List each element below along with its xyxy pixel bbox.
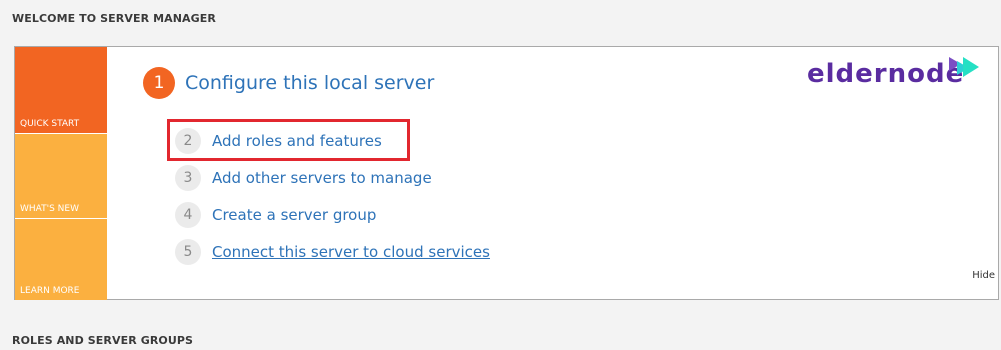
hide-button[interactable]: Hide	[972, 270, 995, 281]
add-other-servers-step[interactable]: 3 Add other servers to manage	[175, 165, 432, 191]
create-server-group-step[interactable]: 4 Create a server group	[175, 202, 376, 228]
configure-local-server-link[interactable]: Configure this local server	[185, 72, 434, 94]
configure-local-server-step: 1 Configure this local server	[143, 67, 434, 99]
create-server-group-link[interactable]: Create a server group	[212, 206, 376, 224]
logo-text: eldernode	[807, 59, 965, 89]
tile-label: WHAT'S NEW	[20, 204, 79, 214]
tile-label: QUICK START	[20, 119, 80, 129]
tile-label: LEARN MORE	[20, 286, 80, 296]
step-number-badge: 1	[143, 67, 175, 99]
play-arrows-icon	[949, 57, 979, 77]
connect-cloud-services-link[interactable]: Connect this server to cloud services	[212, 243, 490, 261]
add-other-servers-link[interactable]: Add other servers to manage	[212, 169, 432, 187]
sidebar-tiles: QUICK START WHAT'S NEW LEARN MORE	[15, 47, 107, 300]
eldernode-logo: eldernode	[807, 55, 982, 95]
tile-learn-more[interactable]: LEARN MORE	[15, 218, 107, 300]
step-number-badge: 4	[175, 202, 201, 228]
step-number-badge: 2	[175, 128, 201, 154]
tile-whats-new[interactable]: WHAT'S NEW	[15, 133, 107, 218]
tile-quick-start[interactable]: QUICK START	[15, 47, 107, 133]
step-number-badge: 3	[175, 165, 201, 191]
roles-section-title: ROLES AND SERVER GROUPS	[12, 334, 194, 347]
welcome-section-title: WELCOME TO SERVER MANAGER	[12, 12, 216, 25]
add-roles-features-step[interactable]: 2 Add roles and features	[175, 128, 382, 154]
step-number-badge: 5	[175, 239, 201, 265]
quick-start-panel: QUICK START WHAT'S NEW LEARN MORE 1 Conf…	[14, 46, 999, 300]
add-roles-features-link[interactable]: Add roles and features	[212, 132, 382, 150]
connect-cloud-services-step[interactable]: 5 Connect this server to cloud services	[175, 239, 490, 265]
